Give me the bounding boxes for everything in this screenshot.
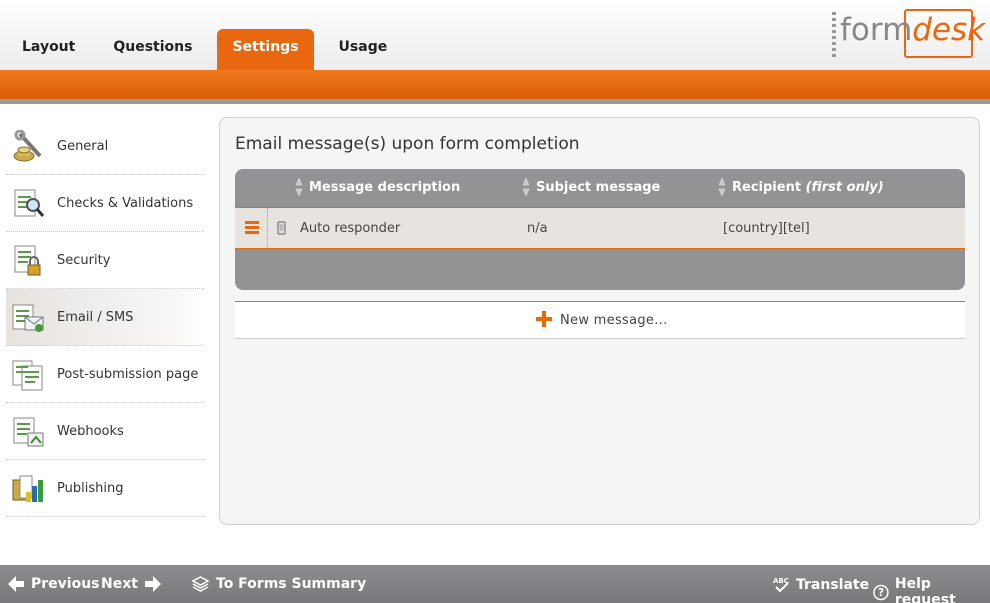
page-title: Email message(s) upon form completion: [235, 134, 580, 154]
sidebar-item-publishing[interactable]: Publishing: [6, 460, 204, 517]
messages-table: Message description Subject message Reci…: [235, 169, 965, 290]
column-header-label: Message description: [309, 180, 461, 195]
sort-icon: [522, 177, 530, 197]
previous-button[interactable]: Previous: [8, 576, 100, 592]
documents-icon: [12, 360, 43, 391]
main-panel: Email message(s) upon form completion Me…: [219, 117, 980, 525]
magnifier-check-icon: [14, 189, 45, 217]
column-header-recipient[interactable]: Recipient (first only): [718, 177, 884, 197]
sort-icon: [718, 177, 726, 197]
cell-description[interactable]: Auto responder: [300, 221, 400, 236]
sort-icon: [295, 177, 303, 197]
forms-summary-label: To Forms Summary: [216, 576, 367, 592]
column-header-label: Recipient: [732, 180, 802, 195]
publishing-icon: [12, 475, 43, 502]
sidebar-item-label: Webhooks: [57, 423, 124, 439]
svg-text:?: ?: [878, 587, 884, 599]
sidebar-item-label: Post-submission page: [57, 366, 199, 382]
sidebar-item-security[interactable]: Security: [6, 232, 204, 289]
tab-usage[interactable]: Usage: [314, 29, 406, 70]
help-icon: ?: [873, 584, 889, 600]
app-header: Layout Questions Settings Usage formdesk: [0, 0, 990, 70]
tab-settings[interactable]: Settings: [217, 29, 314, 70]
help-request-label: Help request: [894, 576, 956, 603]
logo-dots: [832, 12, 836, 58]
grey-band: [0, 99, 990, 104]
translate-button[interactable]: ABC Translate: [773, 576, 869, 593]
sidebar-item-post-submission[interactable]: Post-submission page: [6, 346, 204, 403]
forms-summary-button[interactable]: To Forms Summary: [192, 576, 366, 592]
sidebar-item-checks[interactable]: Checks & Validations: [6, 175, 204, 232]
sidebar-item-label: Checks & Validations: [57, 195, 194, 211]
mobile-icon: [277, 221, 286, 235]
arrow-right-icon: [144, 576, 161, 592]
column-header-subject[interactable]: Subject message: [522, 177, 661, 197]
spellcheck-icon: ABC: [773, 577, 789, 593]
column-header-label: Subject message: [536, 180, 661, 195]
sidebar-item-label: Security: [57, 252, 111, 268]
logo-text: formdesk: [840, 12, 985, 48]
sidebar-item-label: Email / SMS: [57, 309, 134, 325]
layers-icon: [192, 576, 209, 592]
orange-band: [0, 70, 990, 99]
sidebar-item-general[interactable]: General: [6, 118, 204, 175]
previous-label: Previous: [31, 576, 100, 592]
cell-subject: n/a: [527, 221, 548, 236]
sidebar-item-label: General: [57, 138, 109, 154]
main-tabs: Layout Questions Settings Usage: [0, 29, 405, 70]
wrench-icon: [13, 130, 42, 162]
translate-label: Translate: [796, 576, 870, 593]
tab-layout[interactable]: Layout: [0, 29, 93, 70]
formdesk-logo: formdesk: [832, 9, 985, 60]
column-header-description[interactable]: Message description: [295, 177, 461, 197]
next-button[interactable]: Next: [101, 576, 161, 592]
sidebar-item-webhooks[interactable]: Webhooks: [6, 403, 204, 460]
next-label: Next: [101, 576, 138, 592]
table-row[interactable]: Auto responder n/a [country][tel]: [235, 207, 965, 249]
logo-text-form: form: [840, 12, 913, 48]
webhook-document-icon: [13, 417, 44, 447]
table-header: Message description Subject message Reci…: [235, 169, 965, 207]
plus-icon: [536, 311, 552, 327]
lock-document-icon: [14, 245, 41, 276]
footer-bar: Previous Next To Forms Summary ABC Trans…: [0, 565, 990, 603]
email-document-icon: [12, 304, 44, 332]
arrow-left-icon: [8, 576, 24, 592]
help-request-button[interactable]: ? Help request: [873, 576, 990, 603]
settings-sidebar: General Checks & Validations Security Em…: [6, 118, 204, 517]
cell-recipient: [country][tel]: [723, 221, 810, 236]
tab-questions[interactable]: Questions: [93, 29, 210, 70]
sidebar-item-email-sms[interactable]: Email / SMS: [6, 289, 204, 346]
logo-text-desk: desk: [912, 12, 986, 48]
column-header-note: (first only): [805, 180, 884, 195]
sidebar-item-label: Publishing: [57, 480, 124, 496]
new-message-button[interactable]: New message...: [235, 301, 965, 339]
new-message-label: New message...: [560, 313, 668, 328]
row-menu-handle[interactable]: [235, 208, 268, 248]
